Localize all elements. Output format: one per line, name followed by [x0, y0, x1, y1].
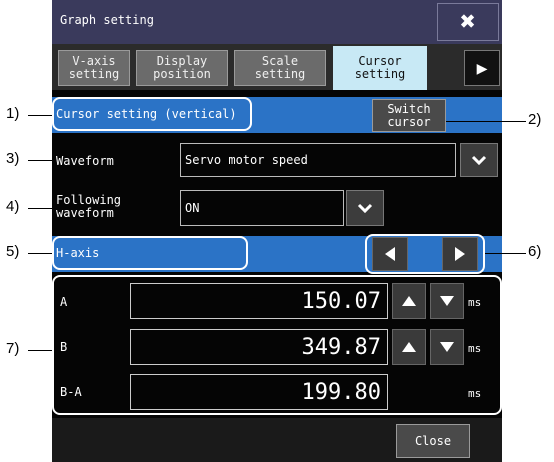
cursor-a-label: A [60, 295, 68, 309]
tab-label: Scale [261, 54, 299, 68]
cursor-a-up-button[interactable] [392, 283, 426, 319]
waveform-dropdown-button[interactable] [460, 143, 498, 177]
triangle-right-icon [455, 247, 465, 261]
following-dropdown-button[interactable] [346, 190, 384, 226]
h-axis-label: H-axis [56, 246, 100, 260]
callout-7: 7) [6, 340, 20, 357]
callout-4-leader [28, 208, 52, 209]
cursor-a-unit: ms [468, 296, 482, 309]
callout-5: 5) [6, 243, 20, 260]
following-waveform-value: ON [185, 201, 200, 215]
tab-label: Display [156, 54, 208, 68]
tab-cursor-setting[interactable]: Cursor setting [333, 46, 427, 90]
chevron-down-icon [357, 203, 373, 213]
callout-2-leader [446, 121, 526, 122]
triangle-up-icon [402, 296, 416, 306]
callout-3: 3) [6, 150, 20, 167]
tab-label: setting [354, 67, 406, 81]
tab-next-button[interactable]: ▶ [464, 50, 500, 86]
switch-cursor-label: Switch [387, 101, 431, 116]
cursor-b-value: 349.87 [130, 329, 388, 365]
switch-cursor-button[interactable]: Switch cursor [372, 99, 446, 132]
close-button[interactable]: Close [396, 424, 470, 458]
cursor-b-up-button[interactable] [392, 329, 426, 365]
triangle-down-icon [440, 342, 454, 352]
close-icon: ✖ [460, 7, 476, 37]
cursor-diff-value: 199.80 [130, 374, 388, 410]
waveform-value: Servo motor speed [185, 153, 308, 167]
window-title: Graph setting [60, 13, 154, 27]
cursor-b-down-button[interactable] [430, 329, 464, 365]
tab-scale-setting[interactable]: Scale setting [234, 50, 326, 86]
tab-label: position [153, 67, 211, 81]
following-label-line: waveform [56, 206, 114, 220]
h-axis-right-button[interactable] [442, 237, 478, 271]
cursor-b-label: B [60, 340, 68, 354]
triangle-up-icon [402, 342, 416, 352]
cursor-diff-value-text: 199.80 [301, 379, 381, 405]
callout-6-leader [485, 253, 526, 254]
following-waveform-label: Following waveform [56, 194, 121, 220]
callout-1: 1) [6, 105, 20, 122]
triangle-left-icon [385, 247, 395, 261]
following-waveform-select[interactable]: ON [180, 190, 344, 226]
tab-label: setting [68, 67, 120, 81]
cursor-a-down-button[interactable] [430, 283, 464, 319]
cursor-a-value-text: 150.07 [301, 288, 381, 314]
close-window-button[interactable]: ✖ [437, 3, 499, 41]
triangle-down-icon [440, 296, 454, 306]
cursor-a-value: 150.07 [130, 283, 388, 319]
cursor-setting-label: Cursor setting (vertical) [56, 107, 237, 121]
tab-label: Cursor [358, 54, 402, 68]
h-axis-left-button[interactable] [372, 237, 408, 271]
switch-cursor-label: cursor [387, 114, 431, 129]
tab-display-position[interactable]: Display position [136, 50, 228, 86]
chevron-down-icon [471, 155, 487, 165]
play-right-icon: ▶ [476, 57, 488, 79]
callout-3-leader [28, 160, 52, 161]
tab-label: V-axis [72, 54, 116, 68]
tab-v-axis-setting[interactable]: V-axis setting [58, 50, 130, 86]
callout-1-leader [28, 115, 52, 116]
callout-2: 2) [528, 111, 542, 128]
waveform-label: Waveform [56, 154, 114, 168]
cursor-b-unit: ms [468, 342, 482, 355]
following-label-line: Following [56, 193, 122, 207]
callout-5-leader [28, 253, 52, 254]
callout-4: 4) [6, 198, 20, 215]
callout-7-leader [28, 350, 52, 351]
callout-6: 6) [528, 243, 542, 260]
waveform-select[interactable]: Servo motor speed [180, 143, 456, 177]
cursor-b-value-text: 349.87 [301, 334, 381, 360]
cursor-diff-label: B-A [60, 385, 82, 399]
cursor-diff-unit: ms [468, 387, 482, 400]
tab-label: setting [254, 67, 306, 81]
